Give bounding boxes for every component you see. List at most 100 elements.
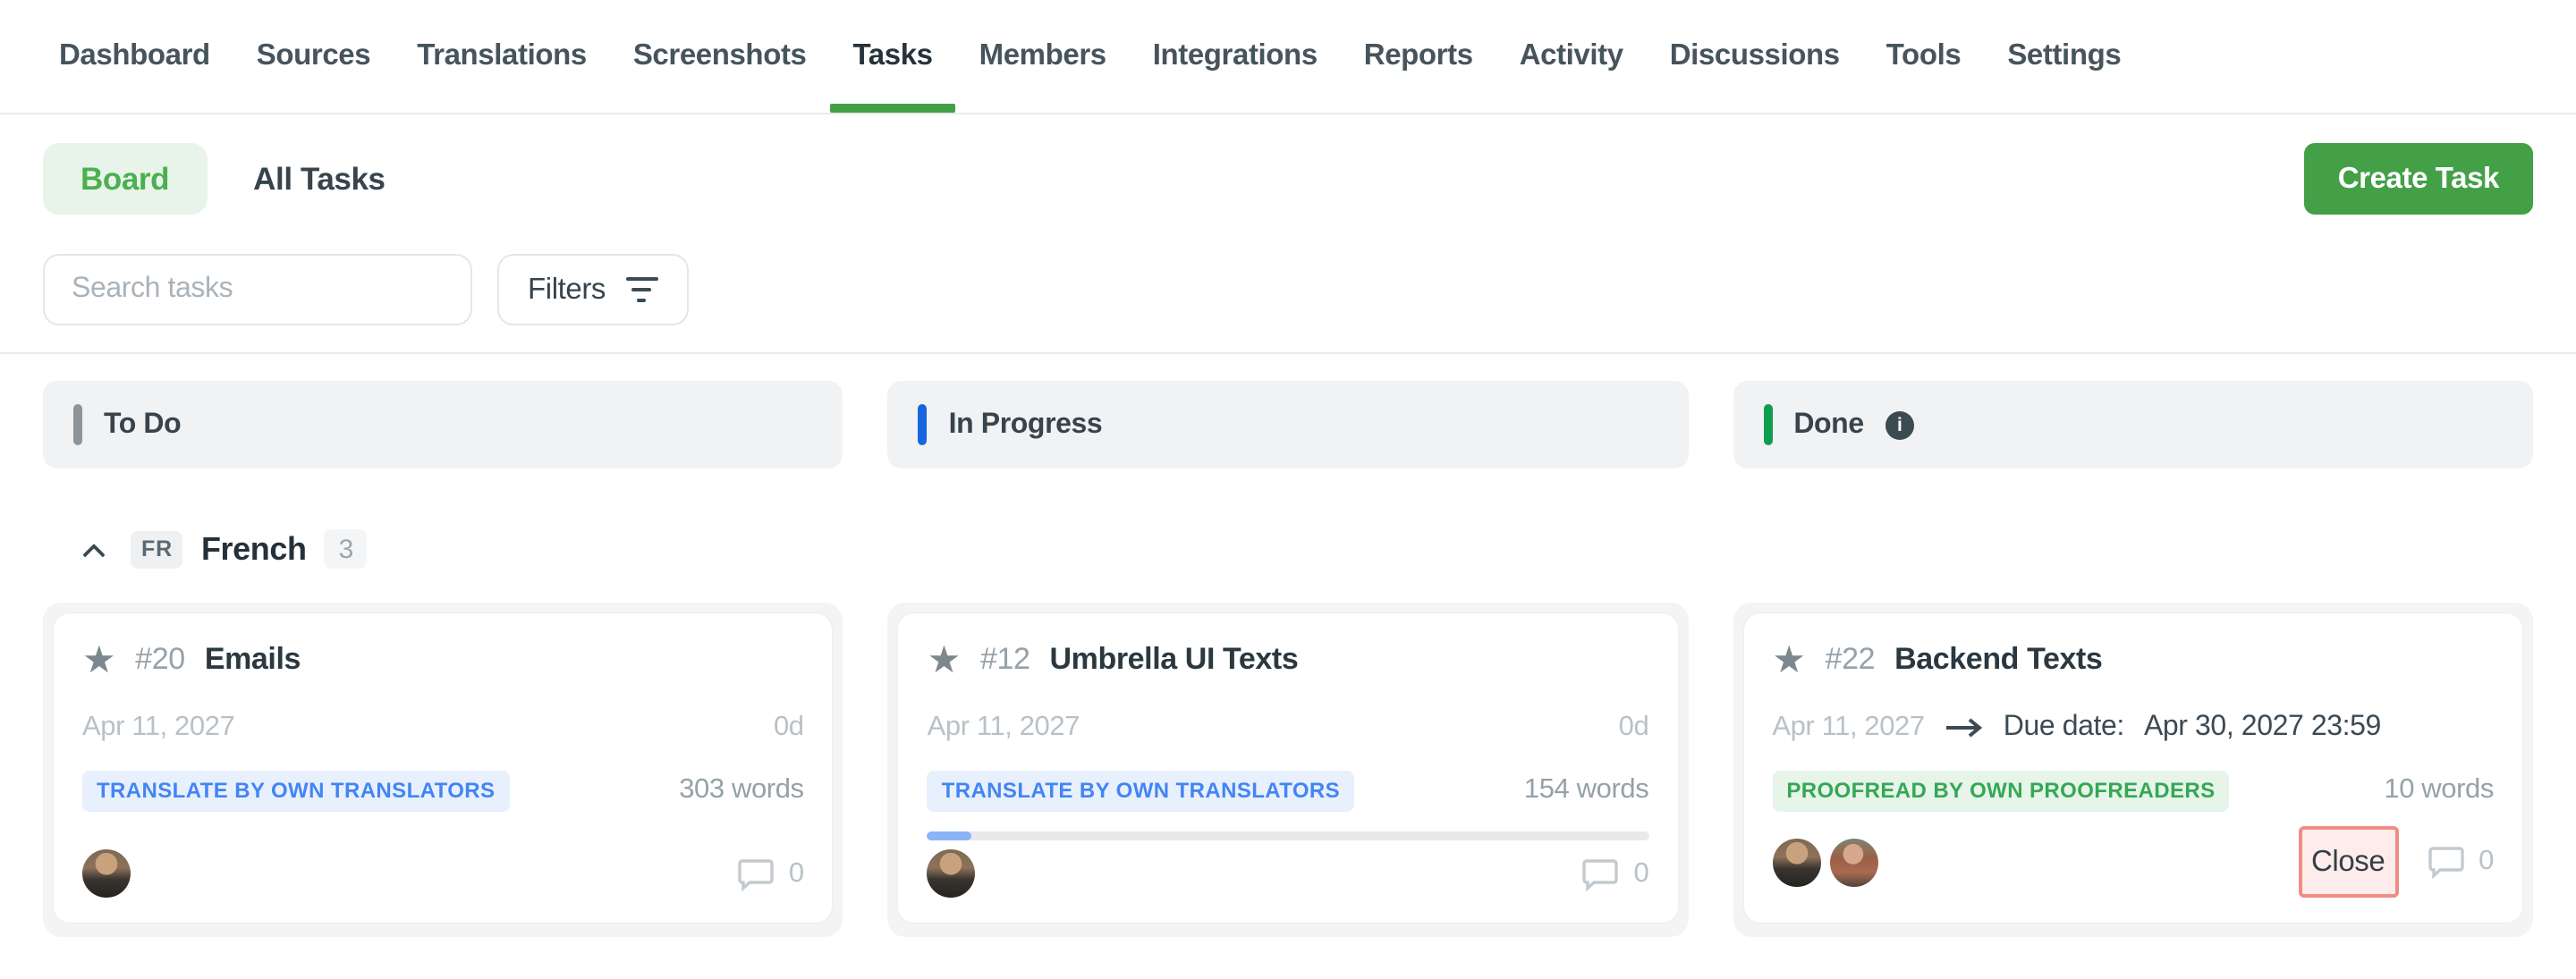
nav-item-members[interactable]: Members (956, 0, 1130, 113)
comment-bubble-icon (737, 856, 775, 891)
task-id: #12 (980, 642, 1030, 678)
board-toolbar: Board All Tasks Create Task (43, 143, 2533, 215)
nav-item-discussions[interactable]: Discussions (1647, 0, 1863, 113)
card-footer: Close 0 (1772, 826, 2494, 898)
comment-count: 0 (789, 857, 804, 890)
search-row: Filters (43, 254, 2533, 325)
task-word-count: 10 words (2384, 774, 2494, 806)
avatar (1829, 838, 1877, 886)
create-task-button[interactable]: Create Task (2304, 143, 2533, 215)
lane-in-progress: ★ #12 Umbrella UI Texts Apr 11, 2027 0d … (888, 603, 1689, 937)
assignee-avatars (82, 849, 131, 898)
card-lanes: ★ #20 Emails Apr 11, 2027 0d TRANSLATE B… (43, 603, 2533, 937)
tab-all-tasks[interactable]: All Tasks (253, 160, 386, 198)
task-title: Backend Texts (1894, 642, 2102, 678)
column-label-done: Done (1793, 409, 1863, 441)
nav-item-dashboard[interactable]: Dashboard (36, 0, 233, 113)
filter-icon (625, 276, 657, 303)
comment-button[interactable]: 0 (1581, 856, 1648, 891)
task-id: #22 (1826, 642, 1876, 678)
column-label-todo: To Do (104, 409, 181, 441)
task-card-12[interactable]: ★ #12 Umbrella UI Texts Apr 11, 2027 0d … (899, 613, 1678, 923)
done-info-icon[interactable]: i (1885, 410, 1914, 439)
close-task-button[interactable]: Close (2298, 826, 2398, 898)
search-input[interactable] (43, 254, 472, 325)
comment-bubble-icon (1581, 856, 1619, 891)
nav-item-tools[interactable]: Tools (1863, 0, 1985, 113)
in-progress-status-pill (919, 404, 928, 445)
task-date: Apr 11, 2027 (82, 712, 234, 744)
progress-bar-fill (928, 831, 970, 840)
card-title-row: ★ #20 Emails (82, 613, 804, 681)
avatar (928, 849, 976, 898)
collapse-chevron-up-icon[interactable] (73, 529, 113, 569)
card-date-row: Apr 11, 2027 Due date: Apr 30, 2027 23:5… (1772, 710, 2494, 746)
filters-button[interactable]: Filters (497, 254, 688, 325)
language-group-name: French (201, 530, 307, 568)
task-type-badge: TRANSLATE BY OWN TRANSLATORS (928, 770, 1354, 811)
task-title: Emails (205, 642, 301, 678)
todo-status-pill (73, 404, 82, 445)
column-label-in-progress: In Progress (949, 409, 1103, 441)
language-group-header: FR French 3 (43, 526, 2533, 572)
due-date-label: Due date: (2004, 712, 2124, 744)
tab-board[interactable]: Board (43, 143, 207, 215)
progress-bar (928, 831, 1649, 840)
language-task-count-badge: 3 (325, 529, 368, 569)
nav-item-activity[interactable]: Activity (1496, 0, 1647, 113)
task-id: #20 (135, 642, 185, 678)
nav-item-screenshots[interactable]: Screenshots (610, 0, 830, 113)
card-footer: 0 (82, 849, 804, 898)
comment-button[interactable]: 0 (2427, 844, 2494, 880)
task-duration: 0d (1619, 712, 1649, 744)
task-date: Apr 11, 2027 (928, 712, 1080, 744)
assignee-avatars (1772, 838, 1877, 886)
nav-item-integrations[interactable]: Integrations (1130, 0, 1341, 113)
arrow-right-icon (1945, 717, 1984, 738)
assignee-avatars (928, 849, 976, 898)
task-word-count: 303 words (679, 774, 803, 806)
card-badge-row: TRANSLATE BY OWN TRANSLATORS 154 words (928, 769, 1649, 812)
star-icon[interactable]: ★ (82, 641, 115, 679)
lane-todo: ★ #20 Emails Apr 11, 2027 0d TRANSLATE B… (43, 603, 843, 937)
nav-item-reports[interactable]: Reports (1341, 0, 1496, 113)
nav-item-translations[interactable]: Translations (394, 0, 610, 113)
comment-button[interactable]: 0 (737, 856, 804, 891)
card-date-row: Apr 11, 2027 0d (82, 710, 804, 746)
column-header-todo: To Do (43, 381, 843, 468)
task-date: Apr 11, 2027 (1772, 712, 1924, 744)
nav-item-tasks[interactable]: Tasks (830, 0, 956, 113)
card-date-row: Apr 11, 2027 0d (928, 710, 1649, 746)
comment-count: 0 (1633, 857, 1648, 890)
task-duration: 0d (774, 712, 804, 744)
card-badge-row: TRANSLATE BY OWN TRANSLATORS 303 words (82, 769, 804, 812)
tasks-board-page: Dashboard Sources Translations Screensho… (0, 0, 2576, 979)
task-type-badge: TRANSLATE BY OWN TRANSLATORS (82, 770, 509, 811)
nav-item-sources[interactable]: Sources (233, 0, 394, 113)
top-nav: Dashboard Sources Translations Screensho… (0, 0, 2576, 114)
star-icon[interactable]: ★ (928, 641, 961, 679)
comment-bubble-icon (2427, 844, 2464, 880)
avatar (82, 849, 131, 898)
task-type-badge: PROOFREAD BY OWN PROOFREADERS (1772, 770, 2229, 811)
active-tab-underline (830, 104, 956, 113)
language-code-badge: FR (131, 530, 183, 568)
star-icon[interactable]: ★ (1772, 641, 1805, 679)
task-word-count: 154 words (1524, 774, 1648, 806)
task-card-22[interactable]: ★ #22 Backend Texts Apr 11, 2027 Due (1743, 613, 2522, 923)
status-columns: To Do In Progress Done i (43, 381, 2533, 468)
column-header-done: Done i (1733, 381, 2533, 468)
task-card-20[interactable]: ★ #20 Emails Apr 11, 2027 0d TRANSLATE B… (54, 613, 833, 923)
avatar (1772, 838, 1820, 886)
comment-count: 0 (2479, 846, 2494, 878)
filters-label: Filters (528, 273, 606, 307)
done-status-pill (1763, 404, 1772, 445)
card-title-row: ★ #22 Backend Texts (1772, 613, 2494, 681)
nav-item-settings[interactable]: Settings (1984, 0, 2144, 113)
card-title-row: ★ #12 Umbrella UI Texts (928, 613, 1649, 681)
card-footer: 0 (928, 849, 1649, 898)
lane-done: ★ #22 Backend Texts Apr 11, 2027 Due (1733, 603, 2533, 937)
divider (0, 352, 2576, 354)
due-date-value: Apr 30, 2027 23:59 (2144, 712, 2381, 744)
column-header-in-progress: In Progress (888, 381, 1689, 468)
